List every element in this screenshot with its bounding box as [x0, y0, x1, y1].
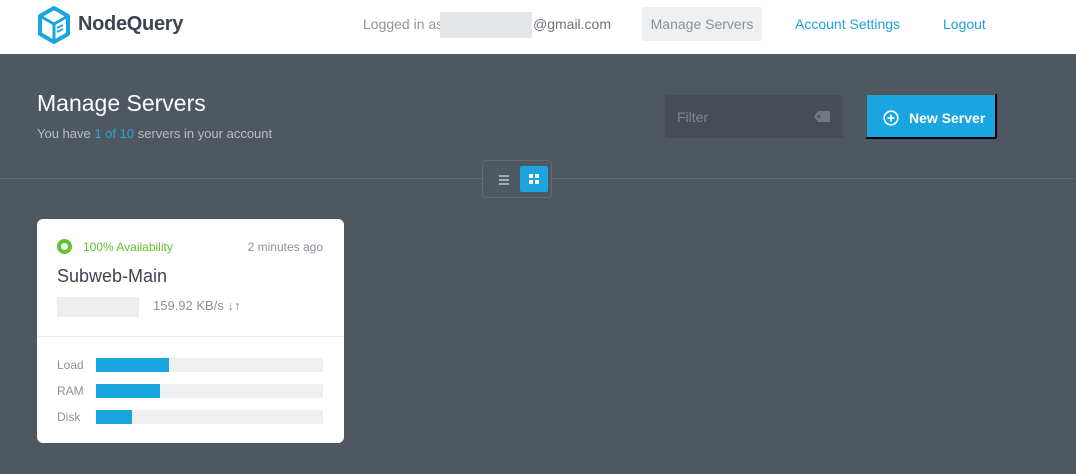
metric-fill-disk	[96, 410, 133, 424]
metric-label-ram: RAM	[57, 384, 84, 398]
list-view-icon[interactable]	[494, 170, 514, 190]
plus-circle-icon	[883, 110, 899, 126]
metric-bar-disk	[96, 410, 323, 424]
subtitle-prefix: You have	[37, 126, 95, 141]
cube-icon[interactable]	[37, 6, 71, 44]
metric-fill-ram	[96, 384, 160, 398]
last-updated: 2 minutes ago	[247, 240, 323, 254]
new-server-label: New Server	[909, 110, 986, 126]
nav-logout[interactable]: Logout	[943, 16, 986, 32]
server-card[interactable]: 100% Availability 2 minutes ago Subweb-M…	[37, 219, 344, 443]
top-nav-bar: NodeQuery Logged in as @gmail.com Manage…	[0, 0, 1076, 54]
subtitle-suffix: servers in your account	[134, 126, 273, 141]
new-server-button[interactable]: New Server	[865, 93, 997, 139]
server-count-subtitle: You have 1 of 10 servers in your account	[37, 126, 272, 141]
nav-manage-servers[interactable]: Manage Servers	[642, 7, 762, 41]
view-toggle	[482, 160, 552, 198]
logged-in-label: Logged in as	[363, 16, 444, 32]
grid-view-icon	[529, 174, 539, 184]
server-name[interactable]: Subweb-Main	[57, 266, 167, 287]
availability-text: 100% Availability	[83, 240, 173, 254]
grid-view-button[interactable]	[520, 166, 548, 192]
metric-label-load: Load	[57, 358, 84, 372]
server-ip-redacted	[57, 297, 139, 317]
tag-icon	[814, 111, 830, 122]
metric-bar-ram	[96, 384, 323, 398]
server-count: 1 of 10	[94, 126, 135, 141]
availability-status-icon	[57, 239, 72, 254]
metric-label-disk: Disk	[57, 410, 81, 424]
nav-account-settings[interactable]: Account Settings	[795, 16, 900, 32]
email-domain: @gmail.com	[533, 16, 612, 32]
email-redacted	[440, 12, 532, 38]
server-traffic: 159.92 KB/s ↓↑	[153, 298, 241, 313]
page-title: Manage Servers	[37, 90, 206, 116]
brand-name[interactable]: NodeQuery	[78, 13, 183, 36]
card-divider	[37, 336, 344, 337]
metric-fill-load	[96, 358, 169, 372]
metric-bar-load	[96, 358, 323, 372]
